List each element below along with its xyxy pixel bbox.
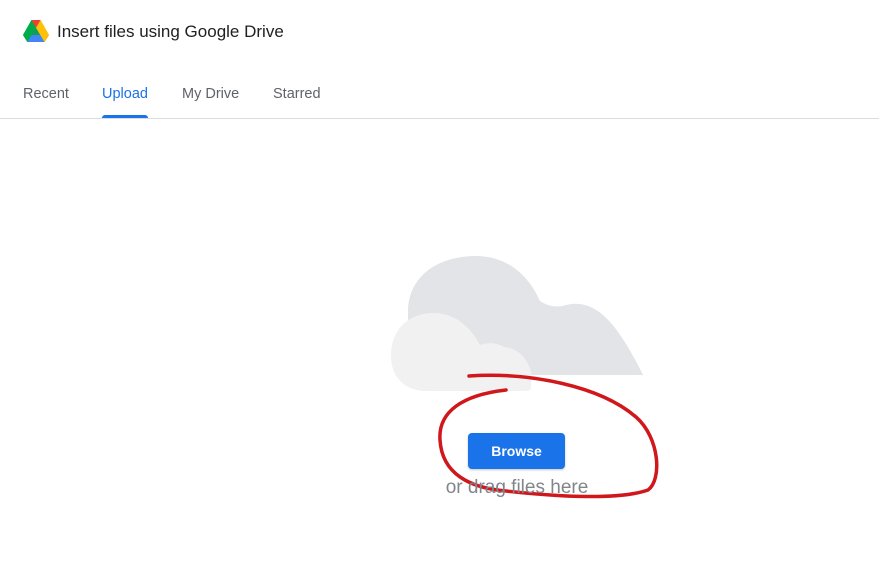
tab-bar: Recent Upload My Drive Starred	[0, 72, 879, 119]
dialog-header: Insert files using Google Drive	[0, 0, 879, 64]
tab-recent[interactable]: Recent	[23, 72, 69, 118]
google-drive-icon	[23, 20, 49, 42]
drag-files-hint: or drag files here	[445, 477, 589, 498]
dialog-title: Insert files using Google Drive	[57, 22, 284, 41]
browse-button[interactable]: Browse	[468, 433, 565, 469]
tab-upload[interactable]: Upload	[102, 72, 148, 118]
tab-my-drive[interactable]: My Drive	[182, 72, 239, 118]
cloud-illustration	[391, 256, 643, 391]
tab-starred[interactable]: Starred	[273, 72, 321, 118]
